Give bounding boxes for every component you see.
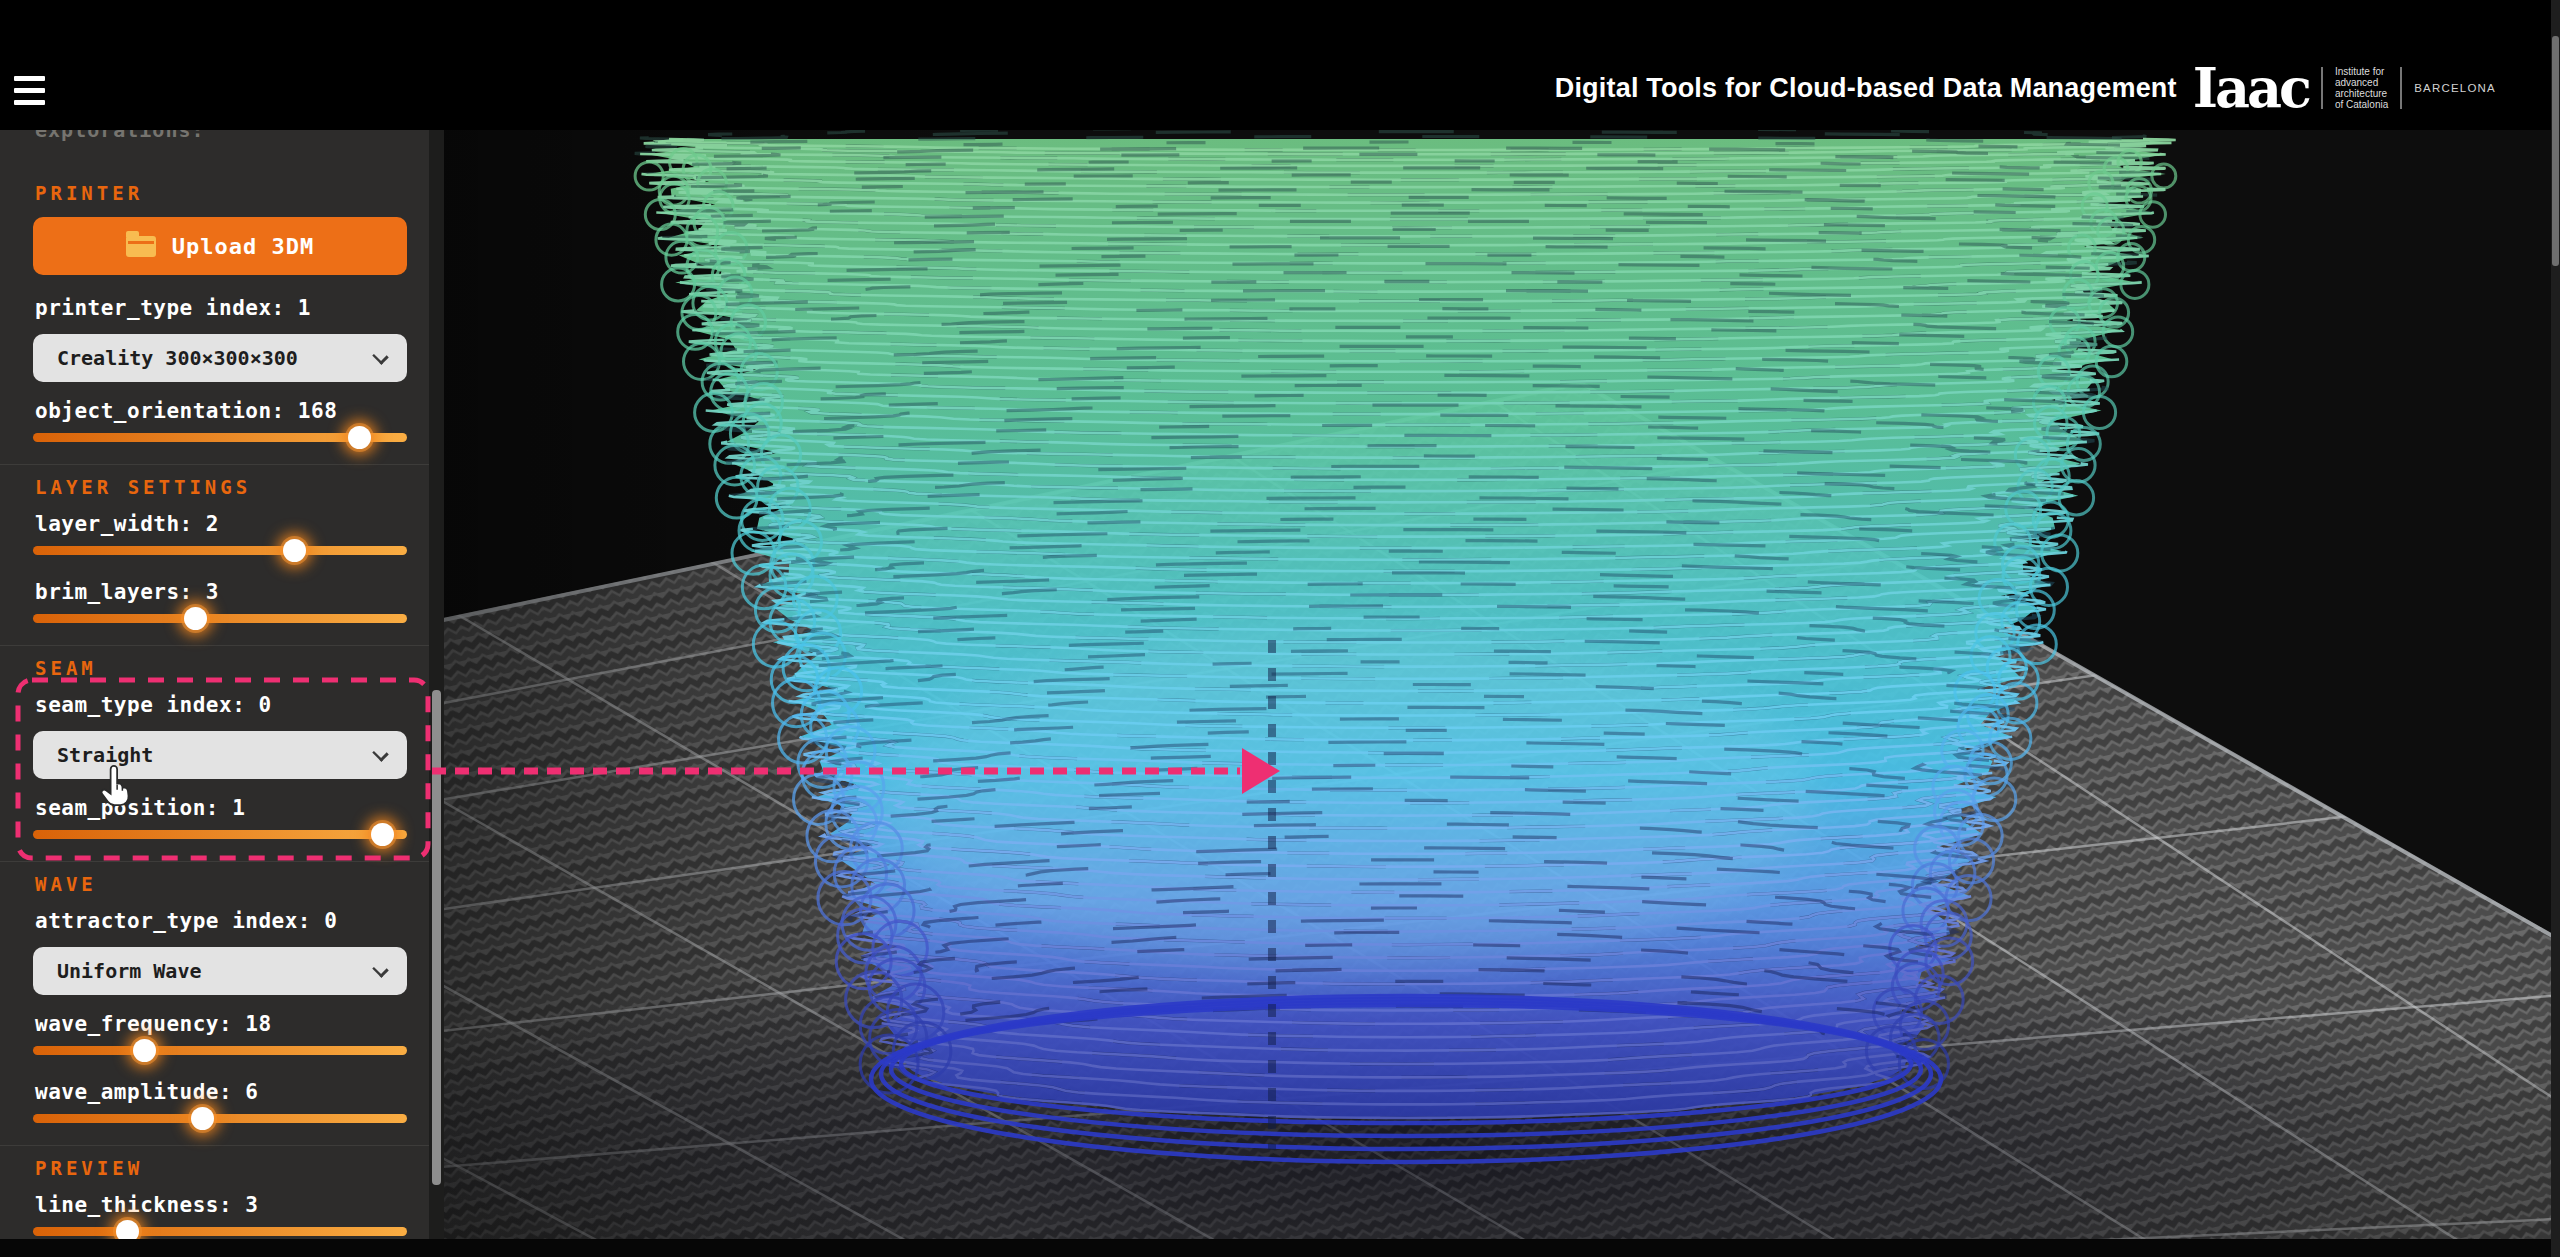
chevron-down-icon [372,745,389,762]
iaac-logo: Iaac Institute foradvancedarchitectureof… [2193,61,2496,115]
wave-frequency-slider[interactable] [33,1037,407,1064]
iaac-logo-city: BARCELONA [2414,82,2496,94]
chevron-down-icon [372,961,389,978]
brim-layers-label: brim_layers: 3 [35,580,430,605]
line-thickness-label: line_thickness: 3 [35,1193,430,1218]
hamburger-menu-icon[interactable] [14,76,48,112]
printer-type-select[interactable]: Creality 300×300×300 [33,334,407,382]
seam-position-label: seam_position: 1 [35,796,430,821]
logo-divider [2400,67,2402,109]
object-orientation-slider-thumb[interactable] [348,426,371,449]
line-thickness-slider-thumb[interactable] [116,1220,139,1240]
wave-amplitude-label: wave_amplitude: 6 [35,1080,430,1105]
wave-amplitude-slider-thumb[interactable] [191,1107,214,1130]
viewport-3d[interactable] [444,130,2560,1257]
section-header: PRINTER [35,182,430,204]
object-orientation-label: object_orientation: 168 [35,399,430,424]
layer-width-slider[interactable] [33,537,407,564]
iaac-logo-institute: Institute foradvancedarchitectureof Cata… [2335,66,2388,110]
iaac-logo-text: Iaac [2193,61,2309,115]
attractor-type-index-label: attractor_type index: 0 [35,909,430,934]
sidebar-scrollbar[interactable] [429,130,444,1257]
brim-layers-slider[interactable] [33,605,407,632]
printer-type-index-label: printer_type index: 1 [35,296,430,321]
layer-width-slider-thumb[interactable] [283,539,306,562]
bottom-strip [0,1239,2560,1257]
seam-type-index-label: seam_type index: 0 [35,693,430,718]
brim-layers-slider-thumb[interactable] [184,607,207,630]
seam-position-slider-thumb[interactable] [371,823,394,846]
section-wave: WAVE attractor_type index: 0 Uniform Wave… [0,862,430,1146]
section-header: SEAM [35,657,430,679]
wave-frequency-slider-thumb[interactable] [133,1039,156,1062]
section-header: WAVE [35,873,430,895]
section-printer: PRINTER Upload 3DMprinter_type index: 1 … [0,171,430,465]
settings-sidebar: explorations: PRINTER Upload 3DM printer_t… [0,130,430,1240]
section-seam: SEAM seam_type index: 0 Straight seam_pos… [0,646,430,862]
scrolled-text: explorations: [35,130,430,142]
upload-3dm-button[interactable]: Upload 3DM [33,217,407,275]
wave-frequency-label: wave_frequency: 18 [35,1012,430,1037]
app-title: Digital Tools for Cloud-based Data Manag… [1555,73,2177,104]
attractor-type-select[interactable]: Uniform Wave [33,947,407,995]
chevron-down-icon [372,348,389,365]
sidebar-scrollbar-thumb[interactable] [432,690,441,1185]
section-header: PREVIEW [35,1157,430,1179]
logo-divider [2321,67,2323,109]
page-scrollbar[interactable] [2551,0,2560,1257]
section-layer-settings: LAYER SETTINGS layer_width: 2 brim_layers… [0,465,430,646]
object-orientation-slider[interactable] [33,424,407,451]
wave-amplitude-slider[interactable] [33,1105,407,1132]
page-scrollbar-thumb[interactable] [2552,36,2559,266]
layer-width-label: layer_width: 2 [35,512,430,537]
seam-position-slider[interactable] [33,821,407,848]
folder-icon [126,236,156,257]
section-header: LAYER SETTINGS [35,476,430,498]
section-preview: PREVIEW line_thickness: 3 [0,1146,430,1240]
top-bar: Digital Tools for Cloud-based Data Manag… [0,0,2560,130]
print-preview [444,130,2560,1257]
line-thickness-slider[interactable] [33,1218,407,1240]
seam-type-select[interactable]: Straight [33,731,407,779]
